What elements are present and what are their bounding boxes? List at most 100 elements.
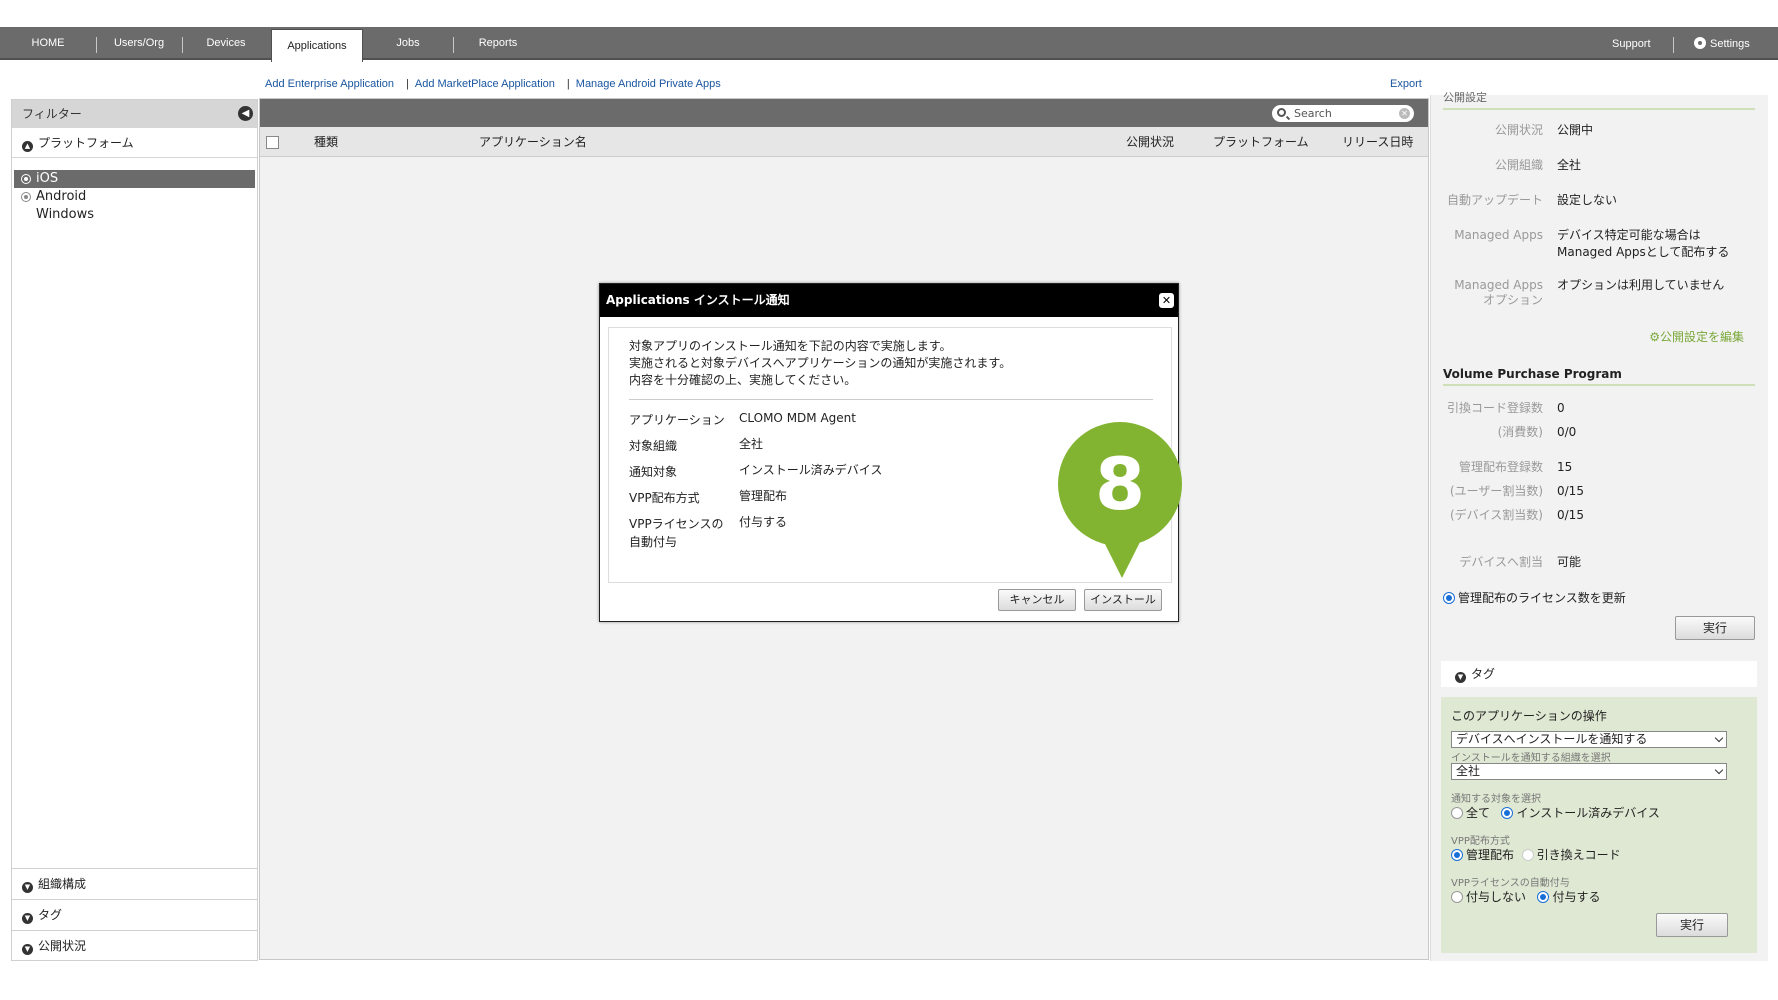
publish-status-section[interactable]: ▼ 公開状況	[12, 930, 257, 961]
intro-line: 内容を十分確認の上、実施してください。	[629, 373, 857, 387]
detail-label: 対象組織	[629, 439, 678, 453]
app-root: HOME Users/Org Devices Applications Jobs…	[0, 0, 1778, 1000]
radio-icon	[1451, 807, 1463, 819]
vpp-method-label: VPP配布方式	[1451, 836, 1510, 847]
radio-label: 付与する	[1552, 890, 1601, 904]
radio-icon	[1521, 849, 1534, 861]
platform-item-android[interactable]: Android	[14, 188, 255, 206]
table-toolbar: Search ✕	[260, 99, 1428, 127]
col-release-date[interactable]: リリース日時	[1342, 127, 1413, 157]
vpp-row-value: 0	[1557, 401, 1565, 415]
chevron-down-icon	[1714, 765, 1724, 775]
radio-label: インストール済みデバイス	[1516, 806, 1660, 820]
vpp-managed-radio[interactable]: 管理配布	[1451, 848, 1514, 862]
vpp-row-label: 引換コード登録数	[1446, 401, 1543, 415]
manage-android-private-apps-link[interactable]: Manage Android Private Apps	[576, 78, 721, 90]
col-publish-status[interactable]: 公開状況	[1126, 127, 1174, 157]
tab-home[interactable]: HOME	[0, 27, 96, 60]
col-type[interactable]: 種類	[314, 127, 338, 157]
radio-label: 管理配布	[1466, 848, 1515, 862]
org-select[interactable]: 全社	[1451, 763, 1727, 780]
filter-panel: フィルター ◀ ▲ プラットフォーム iOS Android Windows ▼ 組…	[11, 99, 258, 961]
col-app-name[interactable]: アプリケーション名	[479, 127, 587, 157]
export-link[interactable]: Export	[1390, 78, 1422, 90]
platform-section-label: プラットフォーム	[38, 136, 134, 150]
vpp-row-value: 可能	[1557, 555, 1582, 569]
action-select-value: デバイスへインストールを通知する	[1456, 732, 1648, 746]
col-platform[interactable]: プラットフォーム	[1213, 127, 1309, 157]
publish-row-value: 全社	[1557, 158, 1582, 172]
filter-title: フィルター	[22, 107, 82, 121]
detail-label: VPP配布方式	[629, 491, 700, 505]
close-icon[interactable]: ✕	[1159, 293, 1174, 308]
tag-label: タグ	[1471, 667, 1496, 681]
vpp-method-options: 管理配布 引き換えコード	[1451, 846, 1621, 863]
collapse-left-icon[interactable]: ◀	[238, 106, 253, 121]
target-all-radio[interactable]: 全て	[1451, 806, 1490, 820]
auto-license-options: 付与しない 付与する	[1451, 888, 1600, 905]
publish-row-label: 自動アップデート	[1446, 193, 1543, 207]
chevron-down-icon: ▼	[22, 944, 33, 955]
edit-link-label: 公開設定を編集	[1659, 330, 1744, 344]
detail-value: 管理配布	[739, 489, 788, 503]
update-license-label: 管理配布のライセンス数を更新	[1458, 591, 1626, 605]
tab-users-org[interactable]: Users/Org	[96, 27, 182, 60]
app-actions-links: Add Enterprise Application | Add MarketPla…	[265, 78, 727, 90]
org-structure-section[interactable]: ▼ 組織構成	[12, 868, 257, 899]
tab-applications[interactable]: Applications	[271, 29, 363, 62]
detail-value: 付与する	[739, 515, 788, 529]
clear-search-icon[interactable]: ✕	[1399, 108, 1410, 119]
platform-label: Windows	[36, 207, 95, 222]
select-all-checkbox[interactable]	[266, 136, 279, 149]
detail-panel: 公開設定 公開状況 公開中 公開組織 全社 自動アップデート 設定しない Man…	[1430, 91, 1768, 961]
platform-item-windows[interactable]: Windows	[14, 206, 255, 224]
action-select[interactable]: デバイスへインストールを通知する	[1451, 731, 1727, 748]
publish-row-value: 設定しない	[1557, 193, 1618, 207]
platform-section-head[interactable]: ▲ プラットフォーム	[12, 128, 257, 158]
license-no-radio[interactable]: 付与しない	[1451, 890, 1526, 904]
license-yes-radio[interactable]: 付与する	[1537, 890, 1600, 904]
tag-section[interactable]: ▼ タグ	[12, 899, 257, 930]
filter-header: フィルター ◀	[12, 100, 257, 128]
tab-reports[interactable]: Reports	[453, 27, 543, 60]
tab-devices[interactable]: Devices	[182, 27, 270, 60]
radio-icon	[21, 192, 31, 202]
platform-item-ios[interactable]: iOS	[14, 170, 255, 188]
detail-label: VPPライセンスの 自動付与	[629, 517, 724, 549]
publish-row-label: Managed Apps	[1454, 228, 1543, 242]
vpp-exec-button[interactable]: 実行	[1675, 616, 1755, 640]
publish-row-value: 公開中	[1557, 123, 1594, 137]
section-label: 公開状況	[38, 939, 87, 953]
update-license-option[interactable]: 管理配布のライセンス数を更新	[1443, 589, 1626, 606]
detail-value: インストール済みデバイス	[739, 463, 883, 477]
add-marketplace-app-link[interactable]: Add MarketPlace Application	[415, 78, 555, 90]
vpp-row-value: 0/15	[1557, 484, 1584, 498]
tag-section-bar[interactable]: ▼ タグ	[1441, 661, 1757, 687]
radio-selected-icon	[1443, 592, 1455, 604]
auto-license-label: VPPライセンスの自動付与	[1451, 878, 1570, 889]
vpp-code-radio[interactable]: 引き換えコード	[1521, 848, 1621, 862]
detail-value: 全社	[739, 437, 764, 451]
intro-line: 実施されると対象デバイスへアプリケーションの通知が実施されます。	[629, 356, 1012, 370]
detail-label: アプリケーション	[629, 413, 725, 427]
target-installed-radio[interactable]: インストール済みデバイス	[1501, 806, 1660, 820]
publish-row-label: 公開状況	[1494, 123, 1543, 137]
install-button[interactable]: インストール	[1084, 589, 1162, 611]
section-label: タグ	[38, 908, 63, 922]
vpp-row-label: デバイスへ割当	[1459, 555, 1543, 569]
vpp-row-label: (デバイス割当数)	[1449, 508, 1543, 522]
vpp-row-label: 管理配布登録数	[1458, 460, 1543, 474]
settings-link[interactable]: Settings	[1694, 27, 1750, 60]
vpp-row-label: (ユーザー割当数)	[1449, 484, 1543, 498]
add-enterprise-app-link[interactable]: Add Enterprise Application	[265, 78, 394, 90]
cancel-button[interactable]: キャンセル	[998, 589, 1076, 611]
search-input[interactable]: Search ✕	[1272, 105, 1414, 122]
chevron-down-icon	[1714, 733, 1724, 743]
gear-icon	[1694, 37, 1706, 49]
edit-publish-settings-link[interactable]: ⚙公開設定を編集	[1649, 328, 1744, 345]
tab-jobs[interactable]: Jobs	[363, 27, 453, 60]
publish-row-value: デバイス特定可能な場合は Managed Appsとして配布する	[1557, 228, 1730, 259]
support-link[interactable]: Support	[1612, 27, 1651, 60]
ops-exec-button[interactable]: 実行	[1656, 913, 1728, 937]
dialog-title: Applications インストール通知	[606, 293, 790, 307]
